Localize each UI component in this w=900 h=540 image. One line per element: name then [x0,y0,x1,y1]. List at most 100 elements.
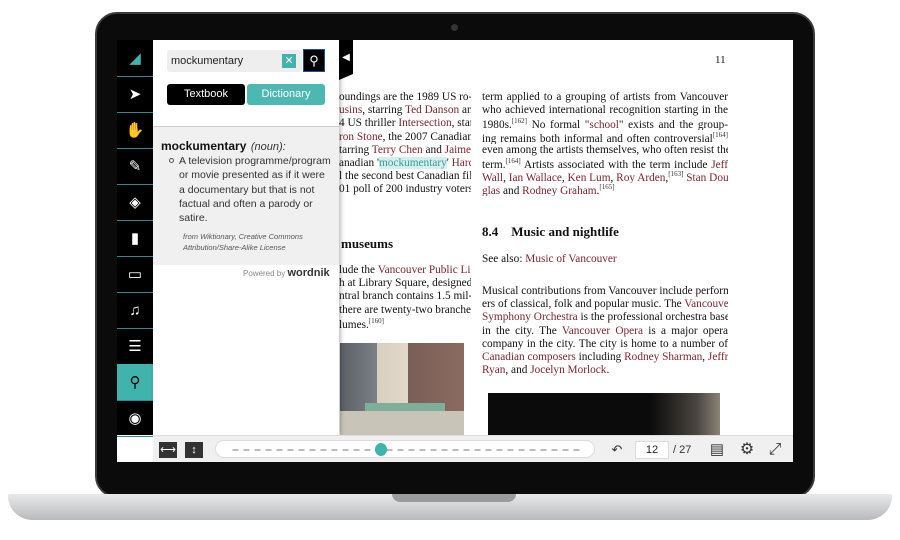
collapse-panel-button[interactable]: ◀ [339,40,353,80]
photo-library-square [340,343,464,441]
text: l the second best Canadian film [339,170,471,183]
left-heading: museums [341,236,394,251]
wordnik-logo: wordnik [287,267,330,279]
link[interactable]: Rodney Graham [522,185,596,196]
footnote-ref[interactable]: [160] [369,317,384,325]
link[interactable]: Jaime [445,144,471,156]
link[interactable]: Ken Lum [568,172,611,183]
text-line: 01 poll of 200 industry voters, [339,183,471,196]
text: lude the [339,264,378,276]
eye-icon[interactable]: ◉ [117,400,153,437]
text-line: Musical contributions from Vancouver inc… [482,285,728,298]
text: ntral branch contains 1.5 mil- [339,290,471,303]
page-number: 11 [715,54,726,66]
link[interactable]: ron Stone [339,131,383,143]
pointer-icon[interactable]: ➤ [117,76,153,113]
link[interactable]: school [589,119,619,130]
link[interactable]: Symphony Orchestra [482,311,578,323]
link[interactable]: Ian Wallace [509,172,562,183]
definition-source: from Wiktionary, Creative Commons Attrib… [183,232,303,252]
search-icon[interactable]: ⚲ [117,364,153,401]
tab-textbook[interactable]: Textbook [167,84,245,105]
text: ing remains both informal and often cont… [482,132,713,144]
text: even among the artists themselves, who o… [482,143,728,156]
text: is the professional orchestra based [577,311,728,324]
text-line: who achieved international recognition s… [482,104,728,117]
bullet-icon [169,158,174,163]
link[interactable]: Hard [452,157,471,169]
text: oundings are the 1989 US ro- [339,91,471,103]
link[interactable]: Vancouver Opera [562,325,643,337]
text-line: term applied to a grouping of artists fr… [482,91,728,104]
text: 1980s. [482,119,512,131]
link[interactable]: Rodney Sharman [624,351,702,363]
link[interactable]: glas [482,185,500,196]
section-heading: 8.4 Music and nightlife [482,224,619,239]
text-line: Ryan, and Jocelyn Morlock. [482,364,728,377]
link[interactable]: Jeff [711,159,728,170]
text: " exists and the group- [618,119,728,131]
slider-thumb[interactable] [375,443,388,456]
fit-height-button[interactable]: ↕ [185,442,203,458]
footnote-ref[interactable]: [163] [668,170,683,178]
photo-nightlife [488,393,720,438]
link[interactable]: Jocelyn Morlock [530,364,606,376]
link[interactable]: Intersection [398,117,451,129]
tab-dictionary[interactable]: Dictionary [247,84,325,105]
bookmark-icon[interactable]: ▮ [117,220,153,257]
link[interactable]: Wall [482,172,503,183]
page-slider[interactable] [215,440,595,458]
link[interactable]: Ted Danson [405,104,459,116]
definition-word: mockumentary [161,139,247,153]
link[interactable]: Vancouver [684,298,728,310]
text: 01 poll of 200 industry voters, [339,183,471,196]
link[interactable]: Vancouver Public Li- [378,264,471,276]
text-line: oundings are the 1989 US ro- [339,91,471,104]
link[interactable]: Stan Dou- [686,172,728,183]
link[interactable]: Canadian composers [482,351,576,363]
reader-app: 11 oundings are the 1989 US ro-usins, st… [117,40,793,462]
fit-width-button[interactable]: ⟷ [159,442,177,458]
footnote-ref[interactable]: [162] [512,117,527,125]
page-input[interactable]: 12 [635,441,669,459]
text: in the city. The [482,324,562,337]
text-line: ron Stone, the 2007 Canadian [339,131,471,144]
search-button[interactable]: ⚲ [303,49,325,72]
camera [451,24,458,31]
text-line: Canadian composers including Rodney Shar… [482,351,728,364]
text: lumes. [339,318,369,330]
text-line: Symphony Orchestra is the professional o… [482,311,728,324]
pencil-icon[interactable]: ✎ [117,148,153,185]
comments-icon[interactable]: ▭ [117,256,153,293]
hand-icon[interactable]: ✋ [117,112,153,149]
link[interactable]: usins [339,104,362,116]
total-pages: / 27 [673,444,692,456]
link[interactable]: Jeffrey [708,351,728,363]
link[interactable]: Terry Chen [372,144,423,156]
text-line: tarring Terry Chen and Jaime [339,144,471,157]
text-line: in the city. The Vancouver Opera is a ma… [482,325,728,338]
layout-icon[interactable]: ▤ [707,442,727,458]
settings-icon[interactable]: ⚙ [737,442,757,458]
link[interactable]: Music of Vancouver [525,253,616,265]
text-line: there are twenty-two branches [339,304,471,317]
clear-search-icon[interactable]: ✕ [282,54,296,68]
text-line: lude the Vancouver Public Li- [339,264,471,277]
list-icon[interactable]: ☰ [117,328,153,365]
fullscreen-icon[interactable]: ⤢ [765,442,785,458]
text-line: See also: Music of Vancouver [482,253,728,266]
text-line: company in the city. The city is home to… [482,338,728,351]
text: Artists associated with the term include [520,158,712,170]
footnote-ref[interactable]: [164] [713,131,728,139]
eraser-icon[interactable]: ◈ [117,184,153,221]
definition-text: A television programme/program or movie … [179,155,331,225]
powered-by[interactable]: Powered by wordnik [243,267,330,279]
footnote-ref[interactable]: [164] [506,157,521,165]
footnote-ref[interactable]: [165] [599,183,614,191]
text-to-speech-icon[interactable]: ♫ [117,292,153,329]
text: and [500,185,523,197]
text: anadian ' [339,157,379,169]
link[interactable]: Ryan [482,364,505,376]
undo-page-icon[interactable]: ↶ [609,442,625,458]
link[interactable]: Roy Arden [616,172,665,183]
